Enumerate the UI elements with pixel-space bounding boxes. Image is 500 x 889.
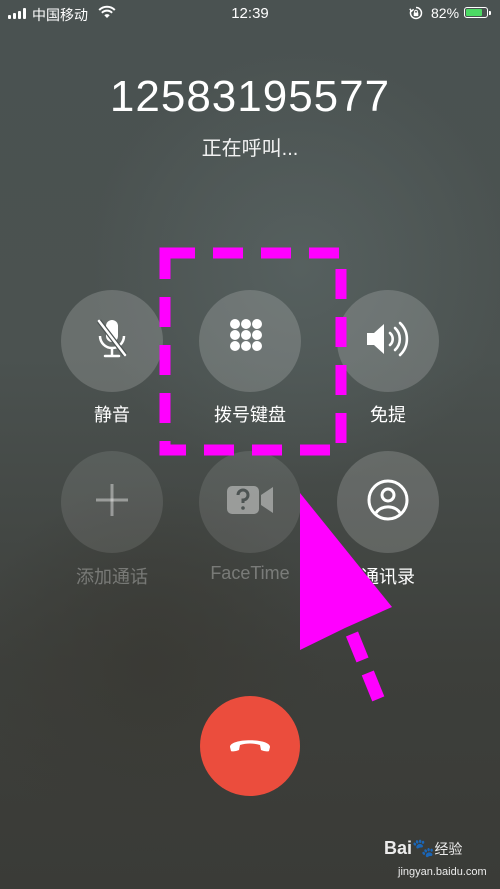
speaker-wave-icon <box>364 321 412 362</box>
speaker-label: 免提 <box>370 405 406 425</box>
status-bar: 中国移动 12:39 82% <box>0 0 500 28</box>
battery-percent: 82% <box>431 5 460 21</box>
contacts-label: 通讯录 <box>361 567 415 587</box>
baidu-watermark: Bai🐾经验 <box>384 838 463 858</box>
mic-slash-icon <box>94 317 130 366</box>
facetime-button[interactable] <box>199 451 301 553</box>
facetime-label: FaceTime <box>210 563 290 583</box>
speaker-button[interactable] <box>337 290 439 392</box>
mute-button[interactable] <box>61 290 163 392</box>
keypad-label: 拨号键盘 <box>214 405 286 425</box>
keypad-grid-icon <box>229 318 271 365</box>
contacts-button[interactable] <box>337 451 439 553</box>
facetime-video-question-icon <box>225 483 275 522</box>
add-call-button[interactable] <box>61 451 163 553</box>
keypad-button[interactable] <box>199 290 301 392</box>
call-status: 正在呼叫... <box>201 138 299 160</box>
watermark-url: jingyan.baidu.com <box>398 866 487 878</box>
end-call-button[interactable] <box>200 696 300 796</box>
battery-icon <box>464 7 491 18</box>
paw-icon: 🐾 <box>412 838 435 858</box>
clock: 12:39 <box>231 5 269 22</box>
add-call-label: 添加通话 <box>76 567 148 587</box>
person-circle-icon <box>366 478 410 527</box>
plus-icon <box>94 482 130 523</box>
phone-number: 12583195577 <box>109 72 391 121</box>
phone-hangup-icon <box>227 734 273 759</box>
mute-label: 静音 <box>94 405 130 425</box>
orientation-lock-icon <box>409 6 423 23</box>
